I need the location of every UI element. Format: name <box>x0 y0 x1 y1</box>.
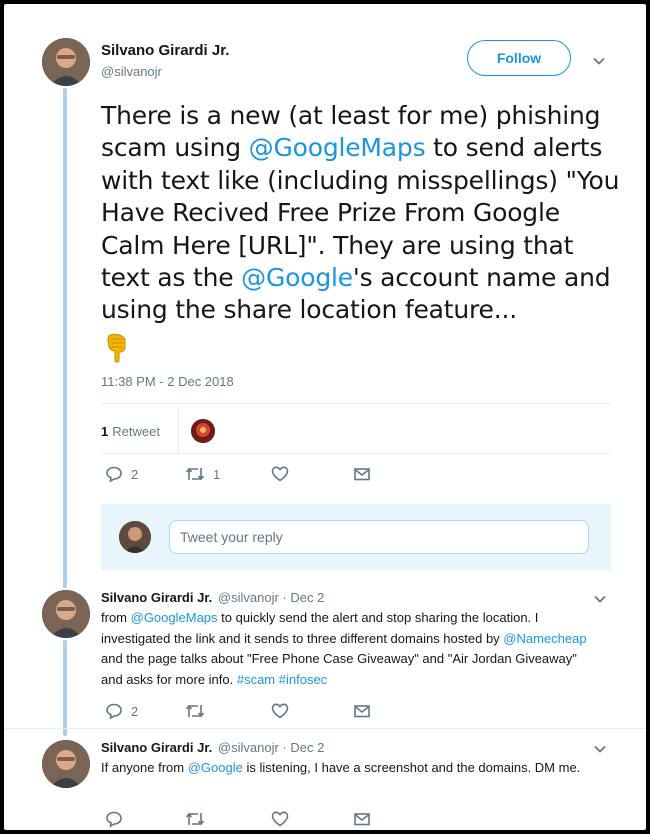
reply-action[interactable]: 2 <box>105 465 185 483</box>
reply-text-segment: is listening, I have a screenshot and th… <box>242 760 581 775</box>
avatar[interactable] <box>42 38 90 86</box>
heart-icon <box>271 703 289 719</box>
reply-count: 2 <box>131 466 139 482</box>
reply-action[interactable]: 2 <box>105 702 185 720</box>
retweet-label[interactable]: Retweet <box>112 424 160 439</box>
avatar[interactable] <box>42 740 90 788</box>
tweet-text: There is a new (at least for me) phishin… <box>101 100 621 363</box>
avatar[interactable] <box>42 590 90 638</box>
reply-text-segment: If anyone from <box>101 760 188 775</box>
chevron-down-icon[interactable] <box>592 54 606 68</box>
reply-composer: Tweet your reply <box>101 504 611 570</box>
chevron-down-icon[interactable] <box>593 592 607 606</box>
envelope-icon <box>354 468 370 481</box>
author-name[interactable]: Silvano Girardi Jr. <box>101 42 229 59</box>
mention-link[interactable]: @Google <box>188 760 243 775</box>
reply-actions: 2 <box>105 702 371 720</box>
divider <box>101 403 611 404</box>
reply-count: 2 <box>131 703 139 719</box>
retweet-action[interactable] <box>185 810 271 828</box>
retweet-action[interactable] <box>185 702 271 720</box>
reply-icon <box>106 811 122 828</box>
retweet-action[interactable]: 1 <box>185 465 271 483</box>
like-action[interactable] <box>271 810 353 828</box>
thread-line <box>63 88 67 588</box>
author-name[interactable]: Silvano Girardi Jr. <box>101 590 212 605</box>
tweet-actions: 2 1 <box>105 465 371 483</box>
hashtag-link[interactable]: #infosec <box>279 672 327 687</box>
mention-link[interactable]: @GoogleMaps <box>131 610 218 625</box>
retweet-icon <box>185 704 205 718</box>
handle-and-date[interactable]: @silvanojr · Dec 2 <box>218 740 324 755</box>
author-handle[interactable]: @silvanojr <box>101 64 162 79</box>
divider <box>101 453 611 454</box>
author-name[interactable]: Silvano Girardi Jr. <box>101 740 212 755</box>
heart-icon <box>271 811 289 827</box>
retweet-icon <box>185 812 205 826</box>
retweeter-avatar[interactable] <box>190 419 215 443</box>
reply-text-segment: from <box>101 610 131 625</box>
reply-header: Silvano Girardi Jr. @silvanojr · Dec 2 <box>101 590 324 605</box>
reply-header: Silvano Girardi Jr. @silvanojr · Dec 2 <box>101 740 324 755</box>
reply-action[interactable] <box>105 810 185 828</box>
pointing-down-emoji-icon <box>101 331 133 363</box>
handle-and-date[interactable]: @silvanojr · Dec 2 <box>218 590 324 605</box>
envelope-icon <box>354 705 370 718</box>
reply-text-segment: and the page talks about "Free Phone Cas… <box>101 651 577 687</box>
stats-separator <box>177 408 179 454</box>
tweet-timestamp[interactable]: 11:38 PM - 2 Dec 2018 <box>101 374 234 389</box>
follow-button[interactable]: Follow <box>467 40 571 76</box>
mention-link[interactable]: @Google <box>241 263 353 292</box>
tweet-card: Silvano Girardi Jr. @silvanojr Follow Th… <box>4 4 646 830</box>
envelope-icon <box>354 813 370 826</box>
tweet-stats: 1 Retweet <box>101 408 215 454</box>
direct-message-action[interactable] <box>353 702 371 720</box>
retweet-count[interactable]: 1 <box>101 424 108 439</box>
thread-line <box>63 640 67 736</box>
current-user-avatar[interactable] <box>119 521 151 553</box>
retweet-icon <box>185 467 205 481</box>
reply-icon <box>106 466 122 483</box>
direct-message-action[interactable] <box>353 810 371 828</box>
reply-text: If anyone from @Google is listening, I h… <box>101 758 601 779</box>
heart-icon <box>271 466 289 482</box>
mention-link[interactable]: @Namecheap <box>503 631 586 646</box>
hashtag-link[interactable]: #scam <box>237 672 275 687</box>
reply-text: from @GoogleMaps to quickly send the ale… <box>101 608 601 690</box>
reply-icon <box>106 703 122 720</box>
chevron-down-icon[interactable] <box>593 742 607 756</box>
retweet-action-count: 1 <box>213 466 221 482</box>
reply-actions <box>105 810 371 828</box>
mention-link[interactable]: @GoogleMaps <box>249 133 426 162</box>
like-action[interactable] <box>271 702 353 720</box>
direct-message-action[interactable] <box>353 465 371 483</box>
divider <box>4 728 646 729</box>
reply-input[interactable]: Tweet your reply <box>169 520 589 554</box>
like-action[interactable] <box>271 465 353 483</box>
